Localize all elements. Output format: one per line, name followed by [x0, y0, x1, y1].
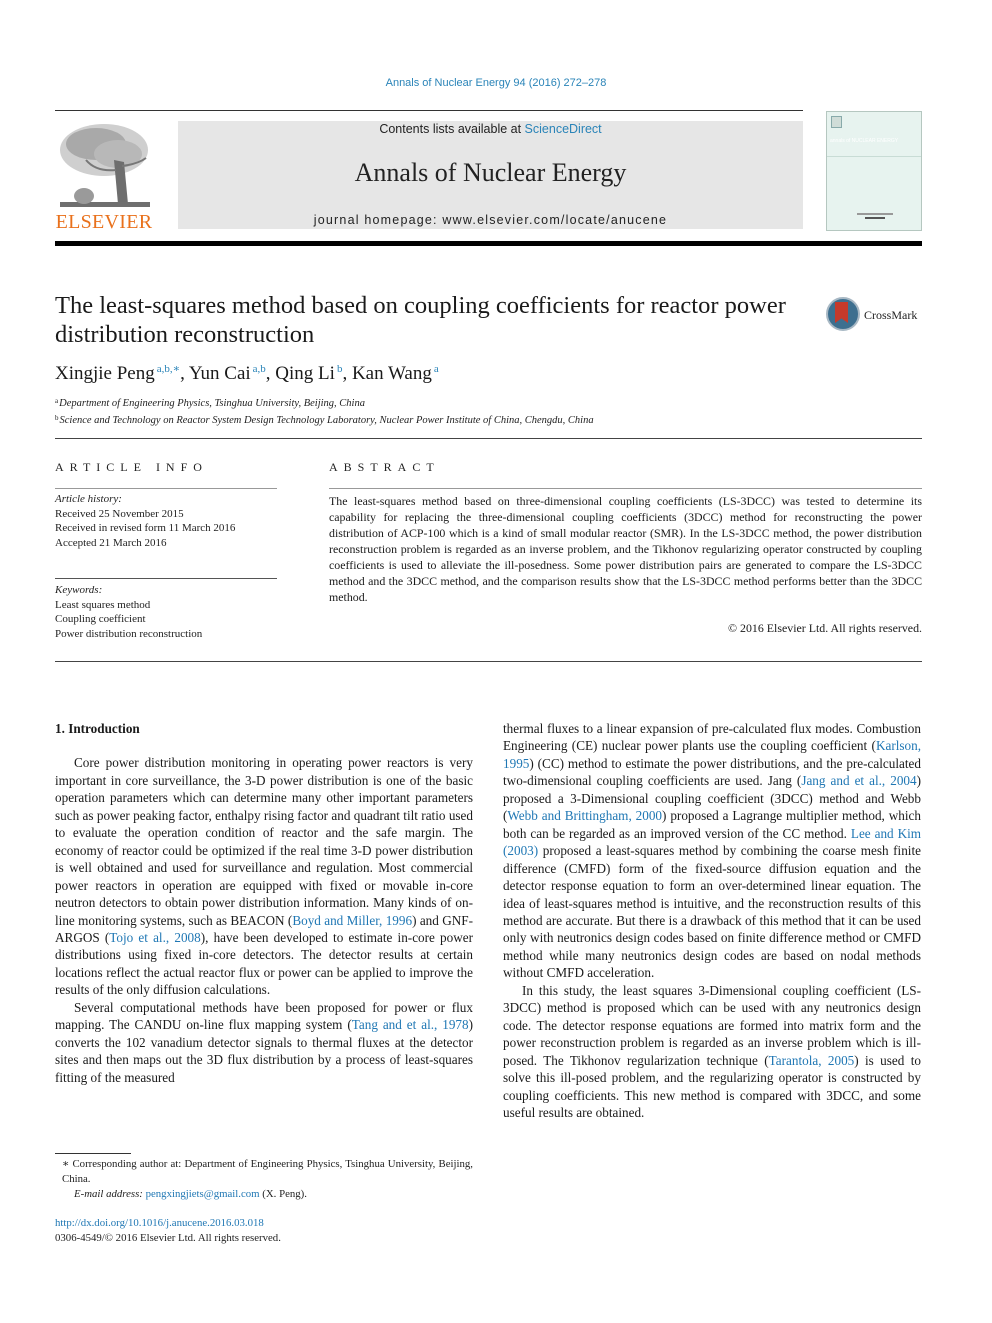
- journal-homepage[interactable]: journal homepage: www.elsevier.com/locat…: [178, 213, 803, 227]
- journal-name: Annals of Nuclear Energy: [354, 158, 627, 187]
- section-heading: 1. Introduction: [55, 721, 140, 736]
- email-line: E-mail address: pengxingjiets@gmail.com …: [55, 1187, 473, 1202]
- history-item: Received in revised form 11 March 2016: [55, 522, 236, 534]
- article-history: Article history: Received 25 November 20…: [55, 492, 235, 550]
- body-paragraph: thermal fluxes to a linear expansion of …: [503, 720, 921, 982]
- citation-link[interactable]: Tarantola, 2005: [769, 1053, 855, 1068]
- citation-link[interactable]: Jang and et al., 2004: [801, 773, 916, 788]
- crossmark-button[interactable]: CrossMark: [826, 297, 926, 333]
- article-info-divider: [55, 488, 277, 489]
- doi-block: http://dx.doi.org/10.1016/j.anucene.2016…: [55, 1216, 281, 1246]
- affiliation-item: aDepartment of Engineering Physics, Tsin…: [55, 394, 594, 411]
- keyword-item: Power distribution reconstruction: [55, 627, 203, 640]
- journal-header-banner: Contents lists available at ScienceDirec…: [178, 121, 803, 229]
- footnote: ∗ Corresponding author at: Department of…: [55, 1157, 473, 1202]
- article-title: The least-squares method based on coupli…: [55, 292, 786, 348]
- body-column-left: 1. Introduction Core power distribution …: [55, 720, 473, 1086]
- email-label: E-mail address:: [74, 1188, 146, 1200]
- section-divider: [55, 661, 922, 662]
- author-affiliation-mark[interactable]: a: [434, 363, 439, 375]
- elsevier-tree-icon: [56, 120, 152, 210]
- doi-link[interactable]: http://dx.doi.org/10.1016/j.anucene.2016…: [55, 1216, 281, 1231]
- issn-line: 0306-4549/© 2016 Elsevier Ltd. All right…: [55, 1232, 281, 1244]
- body-column-right: thermal fluxes to a linear expansion of …: [503, 720, 921, 1121]
- keywords: Keywords: Least squares method Coupling …: [55, 583, 202, 641]
- keyword-item: Coupling coefficient: [55, 613, 146, 625]
- paragraph-text: proposed a least-squares method by combi…: [503, 843, 921, 981]
- abstract-heading: ABSTRACT: [329, 460, 440, 474]
- header-top-rule: [55, 110, 803, 111]
- author-separator: ,: [265, 363, 276, 384]
- history-item: Accepted 21 March 2016: [55, 536, 167, 549]
- email-link[interactable]: pengxingjiets@gmail.com: [146, 1188, 260, 1200]
- affiliation-mark: a: [55, 397, 59, 405]
- paragraph-text: Core power distribution monitoring in op…: [55, 755, 473, 928]
- cover-title: annals of NUCLEAR ENERGY: [830, 138, 899, 144]
- affiliations: aDepartment of Engineering Physics, Tsin…: [55, 394, 594, 428]
- paragraph-text: thermal fluxes to a linear expansion of …: [503, 721, 921, 754]
- author-name: Xingjie Peng: [55, 363, 155, 384]
- cover-divider: [827, 156, 921, 157]
- footnote-rule: [55, 1153, 131, 1154]
- cover-emblem-icon: [831, 116, 842, 128]
- history-item: Received 25 November 2015: [55, 507, 184, 520]
- header-thick-rule: [55, 241, 922, 246]
- history-label: Article history:: [55, 493, 122, 505]
- keywords-divider: [55, 578, 277, 579]
- elsevier-logo[interactable]: ELSEVIER: [54, 120, 154, 233]
- affiliation-text: Department of Engineering Physics, Tsing…: [59, 398, 365, 409]
- corresponding-author-note: ∗ Corresponding author at: Department of…: [62, 1158, 473, 1185]
- affiliation-mark: b: [55, 414, 59, 422]
- elsevier-wordmark: ELSEVIER: [55, 211, 153, 233]
- citation-link[interactable]: Webb and Brittingham, 2000: [507, 808, 662, 823]
- affiliation-item: bScience and Technology on Reactor Syste…: [55, 411, 594, 428]
- citation-link[interactable]: Boyd and Miller, 1996: [292, 913, 412, 928]
- cover-footer-line: [865, 217, 885, 219]
- section-divider: [55, 438, 922, 439]
- contents-prefix: Contents lists available at: [379, 122, 525, 136]
- contents-line: Contents lists available at ScienceDirec…: [178, 121, 803, 136]
- author-name: Qing Li: [275, 363, 335, 384]
- affiliation-text: Science and Technology on Reactor System…: [59, 415, 594, 426]
- email-suffix: (X. Peng).: [259, 1188, 307, 1200]
- article-info-heading: ARTICLE INFO: [55, 460, 208, 474]
- author-name: Yun Cai: [188, 363, 251, 384]
- keywords-label: Keywords:: [55, 584, 103, 596]
- citation-link[interactable]: Tang and et al., 1978: [352, 1017, 469, 1032]
- sciencedirect-link[interactable]: ScienceDirect: [525, 122, 602, 136]
- abstract-divider: [329, 488, 922, 489]
- author-name: Kan Wang: [351, 363, 432, 384]
- body-paragraph: In this study, the least squares 3-Dimen…: [503, 982, 921, 1122]
- crossmark-label: CrossMark: [864, 308, 918, 322]
- body-paragraph: Core power distribution monitoring in op…: [55, 754, 473, 998]
- abstract-copyright: © 2016 Elsevier Ltd. All rights reserved…: [728, 621, 922, 635]
- author-separator: ,: [342, 363, 352, 384]
- journal-reference[interactable]: Annals of Nuclear Energy 94 (2016) 272–2…: [0, 77, 992, 89]
- author-separator: ,: [180, 363, 189, 384]
- author-affiliation-mark[interactable]: a,b: [253, 363, 266, 375]
- author-list: Xingjie Peng a,b,∗, Yun Cai a,b, Qing Li b,…: [55, 362, 439, 385]
- body-paragraph: Several computational methods have been …: [55, 999, 473, 1086]
- cover-footer-line: [857, 213, 893, 215]
- journal-cover-thumbnail[interactable]: annals of NUCLEAR ENERGY: [826, 111, 922, 231]
- author-affiliation-mark[interactable]: a,b,∗: [157, 363, 180, 375]
- citation-link[interactable]: Tojo et al., 2008: [109, 930, 200, 945]
- abstract-text: The least-squares method based on three-…: [329, 494, 922, 604]
- keyword-item: Least squares method: [55, 598, 151, 611]
